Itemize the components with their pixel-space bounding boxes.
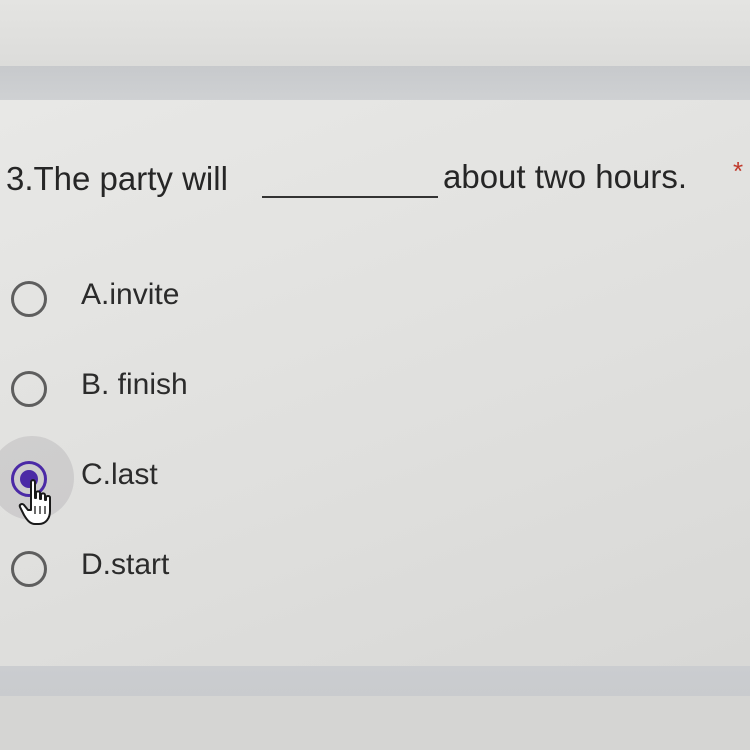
page-header-area (0, 0, 750, 66)
radio-button-b[interactable] (11, 371, 47, 407)
option-a[interactable]: A.invite (0, 262, 750, 332)
section-divider-top (0, 66, 750, 100)
option-a-label[interactable]: A.invite (81, 278, 179, 312)
question-prompt-start: 3.The party will (6, 160, 228, 197)
hand-pointer-icon (18, 479, 51, 525)
option-b-label[interactable]: B. finish (81, 368, 188, 402)
option-d-label[interactable]: D.start (81, 548, 169, 582)
question-text: 3.The party will about two hours. * (6, 156, 750, 204)
option-d[interactable]: D.start (0, 532, 750, 602)
question-blank-line (262, 196, 438, 198)
required-asterisk: * (733, 156, 744, 186)
option-b[interactable]: B. finish (0, 352, 750, 422)
section-divider-bottom (0, 666, 750, 696)
page-footer-area (0, 696, 750, 750)
radio-button-d[interactable] (11, 551, 47, 587)
radio-button-a[interactable] (11, 281, 47, 317)
question-prompt-end: about two hours. (443, 158, 687, 195)
option-c-label[interactable]: C.last (81, 458, 158, 492)
option-c[interactable]: C.last (0, 436, 750, 520)
